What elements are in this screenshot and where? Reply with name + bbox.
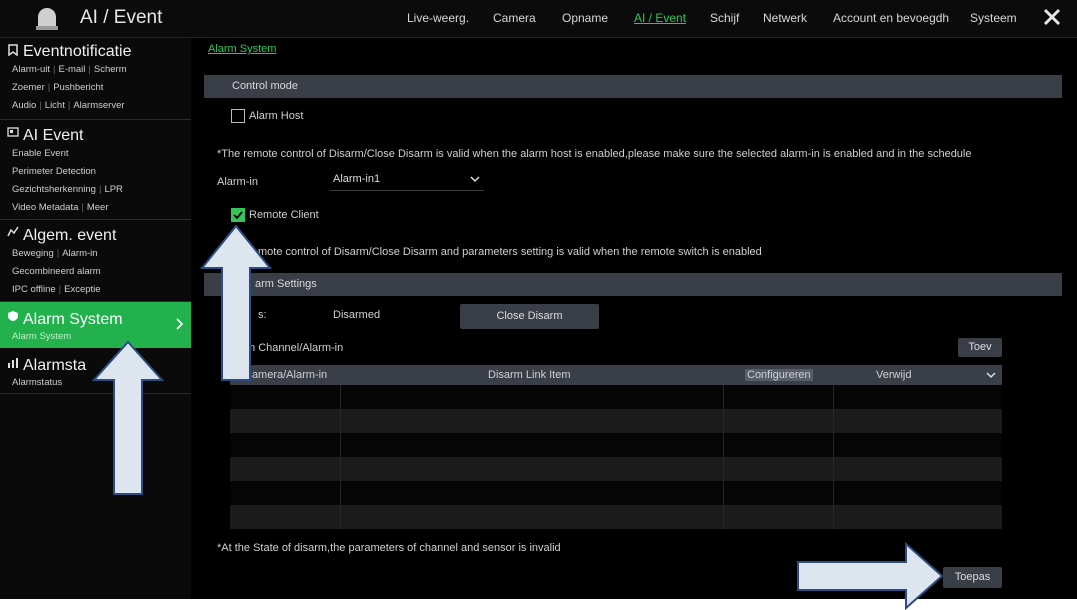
table-row xyxy=(230,433,1002,457)
top-bar: AI / Event Live-weerg. Camera Opname AI … xyxy=(0,0,1077,38)
column-header-disarm-link-item: Disarm Link Item xyxy=(488,369,571,381)
disarm-status-value: Disarmed xyxy=(333,309,381,321)
alarm-in-value: Alarm-in1 xyxy=(333,173,381,185)
sidebar-title-general-event[interactable]: Algem. event xyxy=(23,227,116,245)
column-header-configure[interactable]: Configureren xyxy=(745,369,813,381)
sidebar-title-event-notification[interactable]: Eventnotificatie xyxy=(23,43,132,61)
sidebar-section-event-notification: Eventnotificatie Alarm-uit | E-mail | Scherm… xyxy=(0,38,191,120)
column-header-camera-alarm-in: Camera/Alarm-in xyxy=(244,369,328,381)
close-disarm-button[interactable]: Close Disarm xyxy=(460,304,599,329)
sidebar-links: Zoemer | Pushbericht xyxy=(12,82,104,93)
sidebar-item-screen[interactable]: Scherm xyxy=(94,64,127,75)
ai-event-icon xyxy=(7,127,19,137)
apply-button[interactable]: Toepas xyxy=(943,567,1002,588)
chevron-down-icon xyxy=(470,176,480,183)
disarm-channel-label: m Channel/Alarm-in xyxy=(246,342,344,354)
sidebar-item-lpr[interactable]: LPR xyxy=(104,184,122,195)
sidebar-item-alarm-in[interactable]: Alarm-in xyxy=(62,248,97,259)
pin-icon xyxy=(8,44,18,56)
nav-disk[interactable]: Schijf xyxy=(710,11,739,25)
sidebar-links: Gezichtsherkenning | LPR xyxy=(12,184,123,195)
table-row xyxy=(230,409,1002,433)
nav-account[interactable]: Account en bevoegdh xyxy=(833,11,949,25)
alarm-host-label: Alarm Host xyxy=(249,110,304,122)
sidebar-item-alarm-status[interactable]: Alarmstatus xyxy=(12,377,62,388)
nav-camera[interactable]: Camera xyxy=(493,11,536,25)
sidebar-title-alarm-status[interactable]: Alarmsta xyxy=(23,357,86,375)
sidebar-item-more[interactable]: Meer xyxy=(87,202,109,213)
alarm-in-select[interactable]: Alarm-in1 xyxy=(330,170,484,191)
shield-icon xyxy=(8,311,18,321)
remote-client-label: Remote Client xyxy=(249,209,319,221)
table-row xyxy=(230,457,1002,481)
close-icon[interactable] xyxy=(1043,8,1061,26)
sidebar-item-audio[interactable]: Audio xyxy=(12,100,36,111)
general-event-icon xyxy=(7,226,19,237)
sidebar-item-motion[interactable]: Beweging xyxy=(12,248,54,259)
disarm-settings-label: arm Settings xyxy=(255,278,317,290)
sidebar-item-face-recognition[interactable]: Gezichtsherkenning xyxy=(12,184,96,195)
table-row xyxy=(230,481,1002,505)
alarm-in-label: Alarm-in xyxy=(217,176,258,188)
page-title: AI / Event xyxy=(80,7,163,28)
alarm-host-checkbox[interactable] xyxy=(231,109,245,123)
sidebar-item-push[interactable]: Pushbericht xyxy=(53,82,103,93)
table-row xyxy=(230,505,1002,529)
control-mode-label: Control mode xyxy=(232,80,299,92)
sidebar-links: Video Metadata | Meer xyxy=(12,202,109,213)
column-divider xyxy=(833,385,834,529)
sidebar-links: Alarm-uit | E-mail | Scherm xyxy=(12,64,127,75)
sidebar-item-video-metadata[interactable]: Video Metadata xyxy=(12,202,78,213)
sidebar-item-buzzer[interactable]: Zoemer xyxy=(12,82,45,93)
sidebar-links: Beweging | Alarm-in xyxy=(12,248,98,259)
nav-network[interactable]: Netwerk xyxy=(763,11,807,25)
sidebar-item-email[interactable]: E-mail xyxy=(58,64,85,75)
sidebar-links: Audio | Licht | Alarmserver xyxy=(12,100,125,111)
breadcrumb[interactable]: Alarm System xyxy=(208,43,276,55)
remote-client-checkbox[interactable] xyxy=(231,208,245,222)
check-icon xyxy=(233,211,243,220)
chevron-right-icon xyxy=(176,318,184,330)
nav-recording[interactable]: Opname xyxy=(562,11,608,25)
disarm-footnote: *At the State of disarm,the parameters o… xyxy=(217,542,561,554)
control-mode-header: Control mode xyxy=(204,75,1062,98)
nav-ai-event[interactable]: AI / Event xyxy=(634,11,686,25)
app-window: AI / Event Live-weerg. Camera Opname AI … xyxy=(0,0,1077,599)
sidebar-item-alarm-system[interactable]: Alarm System Alarm System xyxy=(0,302,191,348)
column-header-delete: Verwijd xyxy=(876,369,912,381)
sidebar: Eventnotificatie Alarm-uit | E-mail | Scherm… xyxy=(0,38,191,599)
sidebar-item-perimeter-detection[interactable]: Perimeter Detection xyxy=(12,166,96,177)
sidebar-section-ai-event: AI Event Enable Event Perimeter Detectio… xyxy=(0,120,191,220)
chevron-down-icon[interactable] xyxy=(986,372,996,379)
sidebar-item-light[interactable]: Licht xyxy=(45,100,65,111)
column-divider xyxy=(723,385,724,529)
sidebar-section-alarm-status: Alarmsta Alarmstatus xyxy=(0,349,191,394)
remote-client-note: mote control of Disarm/Close Disarm and … xyxy=(258,246,762,258)
sidebar-section-general-event: Algem. event Beweging | Alarm-in Gecombine… xyxy=(0,220,191,302)
nav-system[interactable]: Systeem xyxy=(970,11,1017,25)
main-panel: Alarm System Control mode Alarm Host *Th… xyxy=(191,38,1077,599)
add-button[interactable]: Toev xyxy=(958,338,1002,357)
sidebar-item-enable-event[interactable]: Enable Event xyxy=(12,148,69,159)
nav-live-view[interactable]: Live-weerg. xyxy=(407,11,469,25)
sidebar-item-exception[interactable]: Exceptie xyxy=(64,284,100,295)
sidebar-title-alarm-system[interactable]: Alarm System xyxy=(23,311,123,329)
sidebar-item-alarm-server[interactable]: Alarmserver xyxy=(73,100,124,111)
disarm-settings-header: arm Settings xyxy=(204,273,1062,296)
disarm-link-table: Camera/Alarm-in Disarm Link Item Configu… xyxy=(230,365,1002,529)
sidebar-title-ai-event[interactable]: AI Event xyxy=(23,127,83,145)
sidebar-subitem-alarm-system[interactable]: Alarm System xyxy=(12,331,71,342)
alarm-host-note: *The remote control of Disarm/Close Disa… xyxy=(217,148,972,160)
table-header: Camera/Alarm-in Disarm Link Item Configu… xyxy=(230,365,1002,385)
sidebar-item-combined-alarm[interactable]: Gecombineerd alarm xyxy=(12,266,101,277)
column-divider xyxy=(340,385,341,529)
alarm-status-icon xyxy=(8,358,18,368)
app-logo-icon xyxy=(36,8,58,30)
sidebar-item-alarm-out[interactable]: Alarm-uit xyxy=(12,64,50,75)
sidebar-links: IPC offline | Exceptie xyxy=(12,284,101,295)
disarm-status-label: s: xyxy=(258,309,267,321)
sidebar-item-ipc-offline[interactable]: IPC offline xyxy=(12,284,56,295)
table-row xyxy=(230,385,1002,409)
